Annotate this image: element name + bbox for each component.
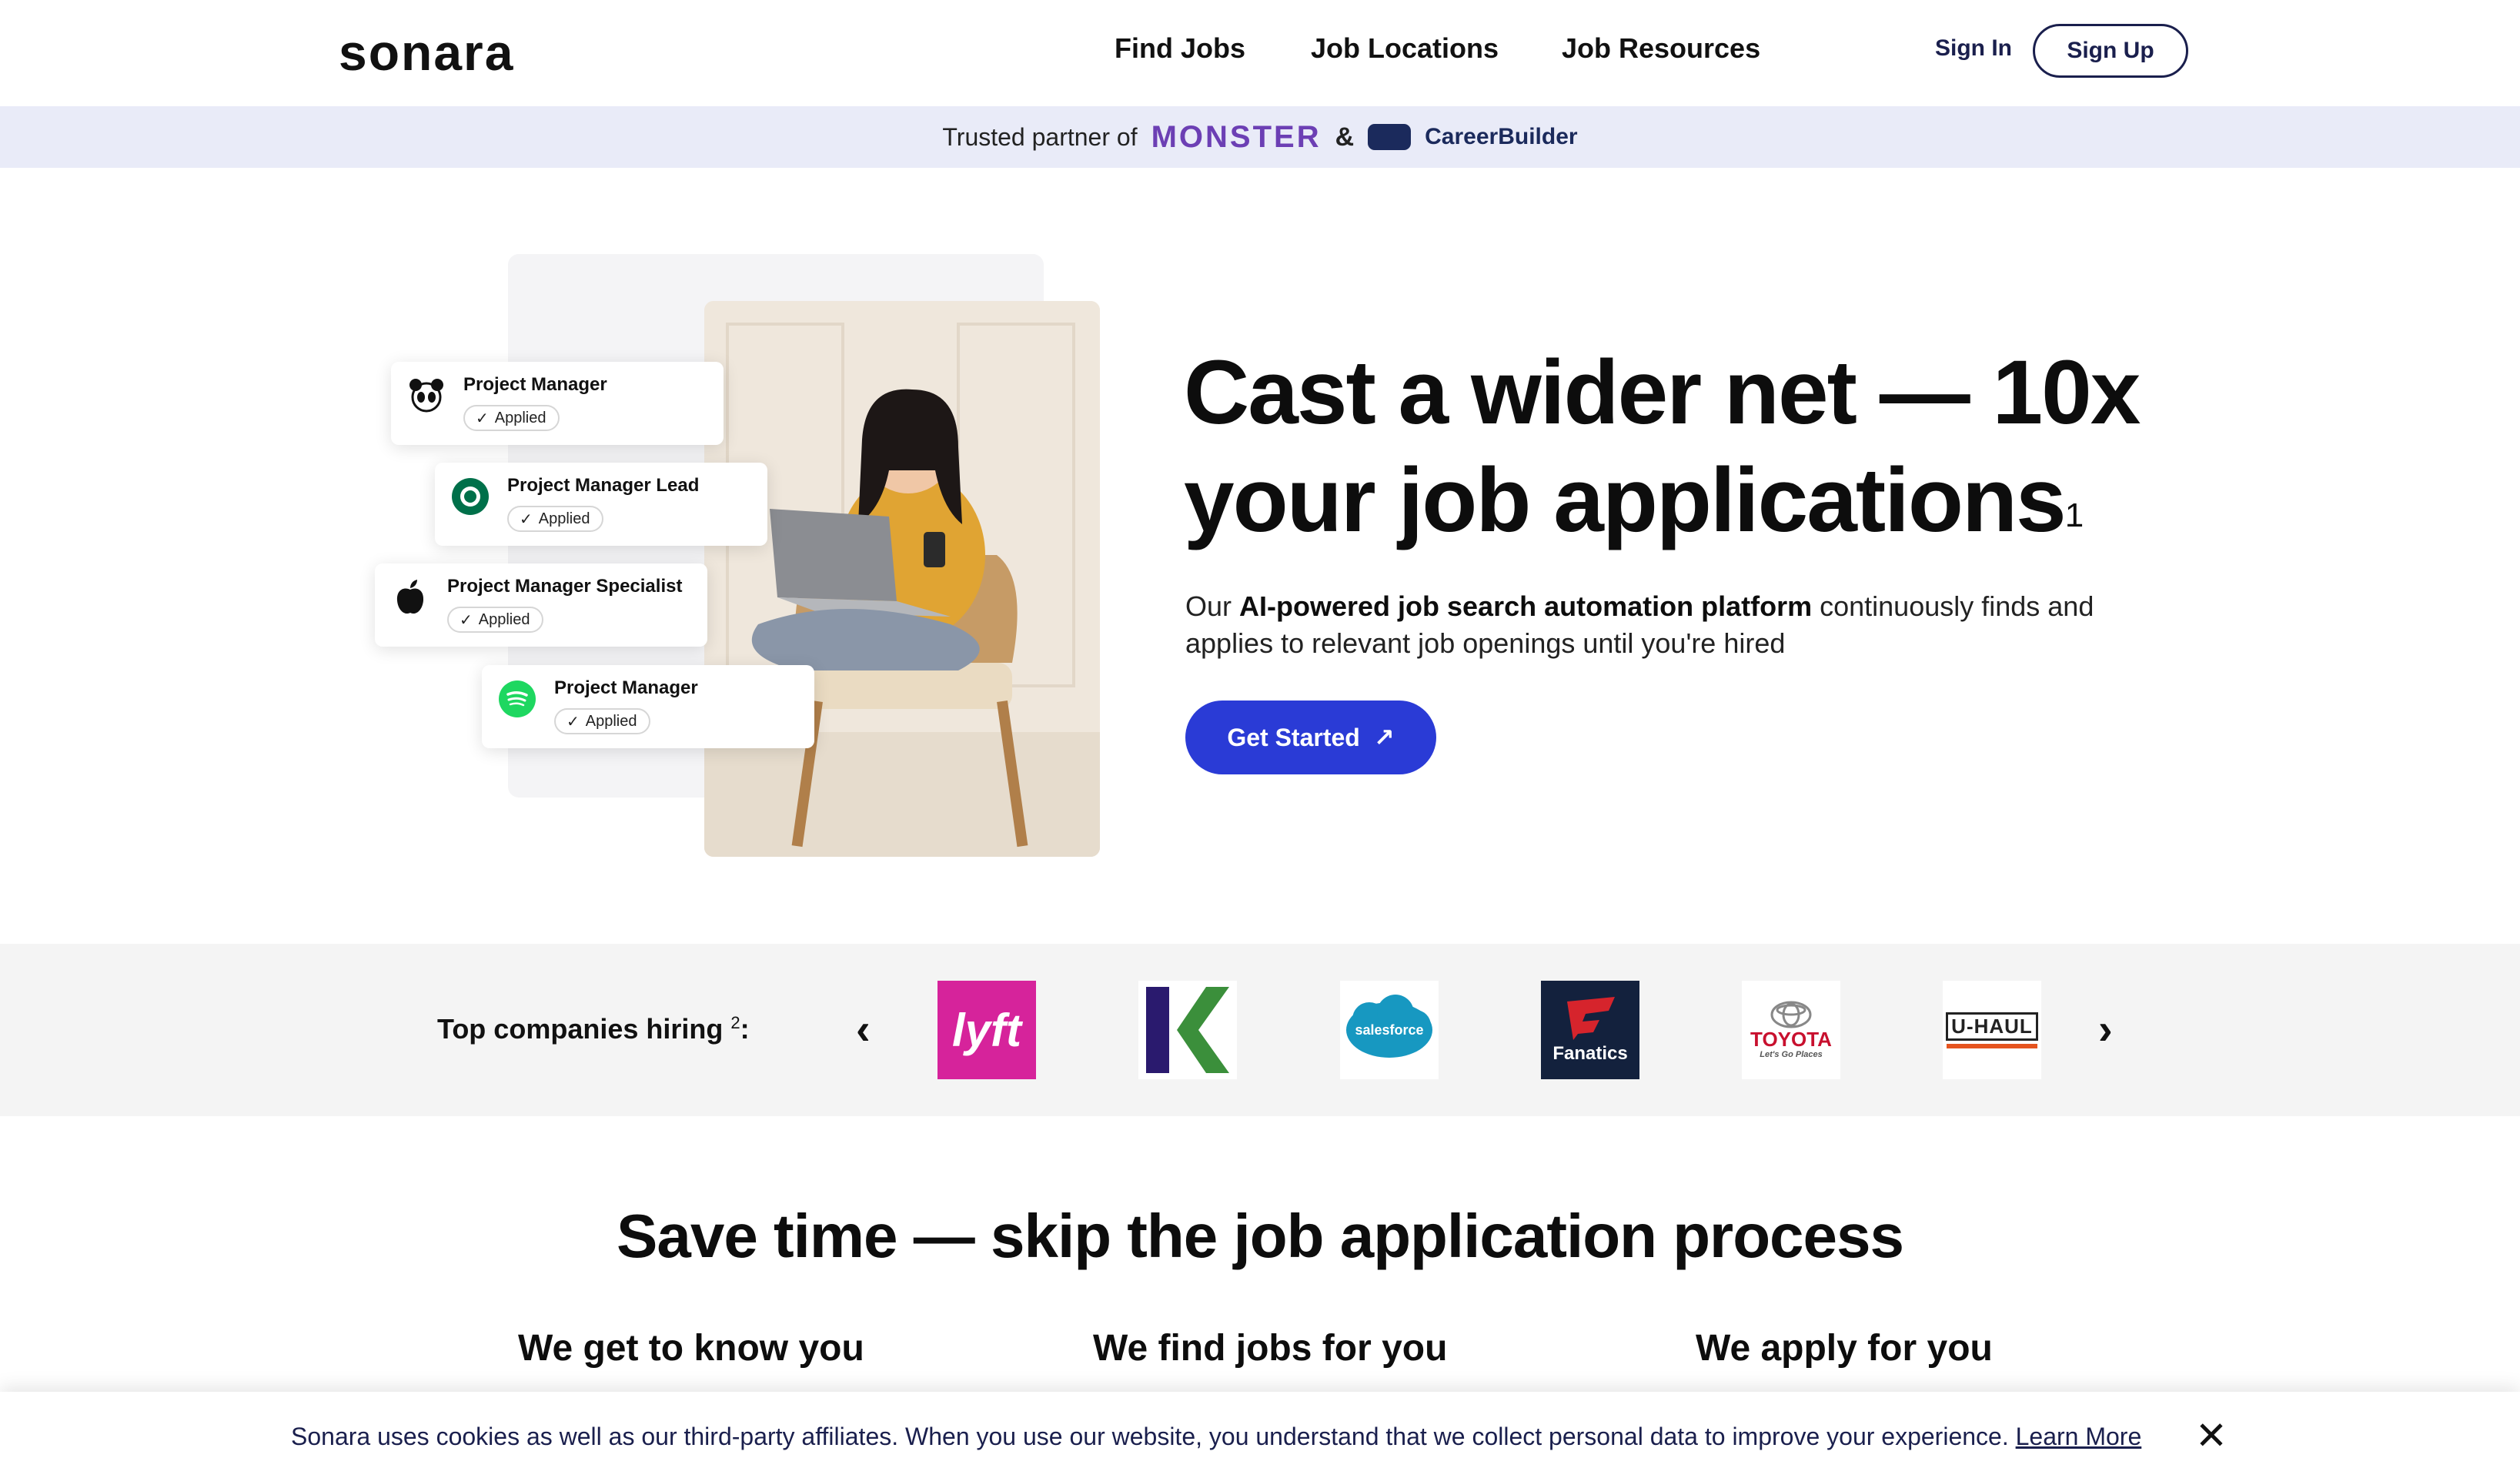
applied-label: Applied	[494, 409, 546, 426]
learn-more-link[interactable]: Learn More	[2016, 1423, 2142, 1450]
toyota-logo[interactable]: TOYOTA Let's Go Places	[1742, 981, 1840, 1079]
uhaul-text: U-HAUL	[1946, 1012, 2038, 1041]
check-icon: ✓	[476, 410, 489, 427]
subtext-prefix: Our	[1185, 590, 1240, 622]
job-title: Project Manager	[554, 677, 698, 698]
step-apply-title: We apply for you	[1696, 1328, 1993, 1369]
partner-bar: Trusted partner of MONSTER & CareerBuild…	[0, 106, 2520, 168]
applied-badge: ✓ Applied	[507, 506, 604, 532]
get-started-label: Get Started	[1227, 723, 1360, 751]
applied-badge: ✓ Applied	[463, 405, 560, 431]
hero-subtext: Our AI-powered job search automation pla…	[1185, 588, 2140, 662]
salesforce-text: salesforce	[1355, 1022, 1423, 1038]
subtext-bold: AI-powered job search automation platfor…	[1239, 590, 1813, 622]
job-title: Project Manager	[463, 374, 607, 395]
chevron-right-icon[interactable]: ›	[2098, 1004, 2113, 1054]
salesforce-logo[interactable]: salesforce	[1340, 981, 1439, 1079]
woman-with-laptop-illustration	[704, 301, 1100, 857]
toyota-tagline: Let's Go Places	[1760, 1050, 1823, 1059]
nav-job-locations[interactable]: Job Locations	[1311, 32, 1499, 65]
toyota-text: TOYOTA	[1750, 1028, 1832, 1051]
cookie-message: Sonara uses cookies as well as our third…	[291, 1423, 2009, 1450]
job-card: Project Manager ✓ Applied	[391, 362, 724, 445]
step-find-jobs-title: We find jobs for you	[1093, 1328, 1448, 1369]
fanatics-text: Fanatics	[1552, 1043, 1628, 1064]
ampersand: &	[1335, 122, 1355, 152]
applied-badge: ✓ Applied	[554, 708, 651, 734]
close-icon[interactable]: ✕	[2195, 1413, 2228, 1458]
get-started-button[interactable]: Get Started ↗	[1185, 701, 1436, 774]
starbucks-icon	[452, 478, 489, 515]
headline-footnote[interactable]: 1	[2065, 497, 2084, 534]
sign-in-link[interactable]: Sign In	[1935, 35, 2012, 62]
chevron-left-icon[interactable]: ‹	[856, 1004, 871, 1054]
companies-label-colon: :	[740, 1013, 750, 1045]
job-title: Project Manager Lead	[507, 475, 700, 496]
arrow-up-right-icon: ↗	[1373, 724, 1395, 751]
job-card: Project Manager Specialist ✓ Applied	[375, 563, 707, 647]
applied-label: Applied	[585, 712, 637, 730]
nav-find-jobs[interactable]: Find Jobs	[1115, 32, 1245, 65]
applied-label: Applied	[538, 510, 590, 527]
cookie-text: Sonara uses cookies as well as our third…	[291, 1423, 2141, 1451]
check-icon: ✓	[566, 713, 580, 731]
companies-label-text: Top companies hiring	[437, 1013, 724, 1045]
job-card: Project Manager Lead ✓ Applied	[435, 463, 767, 546]
careerbuilder-icon	[1368, 124, 1412, 150]
site-header: sonara Find Jobs Job Locations Job Resou…	[0, 0, 2520, 106]
spotify-icon	[499, 680, 536, 717]
uhaul-stripe	[1947, 1043, 2037, 1048]
cookie-banner: Sonara uses cookies as well as our third…	[0, 1392, 2520, 1478]
check-icon: ✓	[520, 510, 533, 528]
applied-label: Applied	[478, 610, 530, 628]
uhaul-logo[interactable]: U-HAUL	[1943, 981, 2041, 1079]
lyft-logo[interactable]: lyft	[937, 981, 1036, 1079]
headline-line-1: Cast a wider net — 10x	[1184, 342, 2141, 443]
kalshi-logo[interactable]	[1138, 981, 1237, 1079]
monster-logo: MONSTER	[1151, 119, 1322, 154]
hero-photo	[704, 301, 1100, 857]
partner-text: Trusted partner of	[942, 122, 1138, 151]
careerbuilder-logo: CareerBuilder	[1425, 124, 1578, 149]
job-card: Project Manager ✓ Applied	[482, 665, 814, 748]
job-title: Project Manager Specialist	[447, 576, 683, 597]
save-time-heading: Save time — skip the job application pro…	[616, 1202, 1904, 1270]
companies-footnote[interactable]: 2	[730, 1013, 740, 1032]
apple-icon	[392, 579, 429, 616]
nav-job-resources[interactable]: Job Resources	[1562, 32, 1760, 65]
step-know-you-title: We get to know you	[518, 1328, 864, 1369]
hero-headline: Cast a wider net — 10x your job applicat…	[1184, 339, 2154, 554]
top-companies-strip: Top companies hiring 2: ‹ lyft salesforc…	[0, 944, 2520, 1116]
fanatics-logo[interactable]: Fanatics	[1541, 981, 1639, 1079]
companies-label: Top companies hiring 2:	[437, 1013, 750, 1045]
headline-line-2: your job applications	[1184, 450, 2067, 551]
applied-badge: ✓ Applied	[447, 607, 544, 633]
check-icon: ✓	[460, 611, 473, 629]
sonara-logo[interactable]: sonara	[339, 23, 514, 82]
panda-icon	[408, 377, 445, 414]
sign-up-button[interactable]: Sign Up	[2033, 24, 2188, 78]
